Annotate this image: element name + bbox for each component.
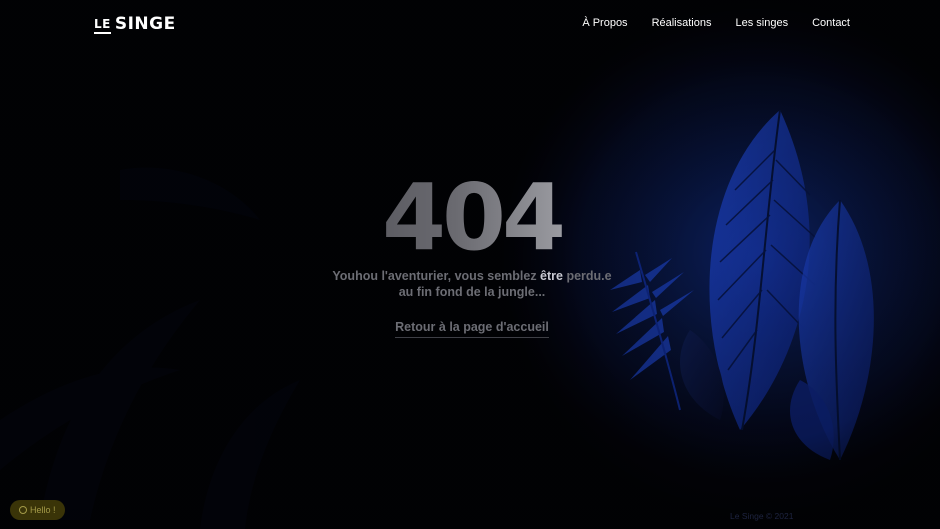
site-logo[interactable]: LE SINGE	[94, 14, 176, 34]
error-code: 404	[300, 168, 644, 268]
nav-item-contact[interactable]: Contact	[812, 17, 850, 29]
nav-item-a-propos[interactable]: À Propos	[582, 17, 627, 29]
chat-widget-label: Hello !	[30, 505, 56, 515]
nav-item-les-singes[interactable]: Les singes	[735, 17, 788, 29]
error-message-highlight: être	[540, 269, 563, 283]
logo-le: LE	[94, 18, 111, 34]
page-404: LE SINGE À Propos Réalisations Les singe…	[0, 0, 940, 529]
error-message-part1: Youhou l'aventurier, vous semblez	[332, 269, 541, 283]
home-link[interactable]: Retour à la page d'accueil	[395, 320, 549, 338]
error-content: 404 Youhou l'aventurier, vous semblez êt…	[300, 168, 644, 338]
error-message: Youhou l'aventurier, vous semblez être p…	[332, 268, 612, 300]
nav-item-realisations[interactable]: Réalisations	[652, 17, 712, 29]
logo-singe: SINGE	[114, 14, 176, 34]
chat-icon	[19, 506, 27, 514]
footer-copyright: Le Singe © 2021	[730, 511, 794, 521]
chat-widget-button[interactable]: Hello !	[10, 500, 65, 520]
main-nav: À Propos Réalisations Les singes Contact	[582, 17, 850, 29]
